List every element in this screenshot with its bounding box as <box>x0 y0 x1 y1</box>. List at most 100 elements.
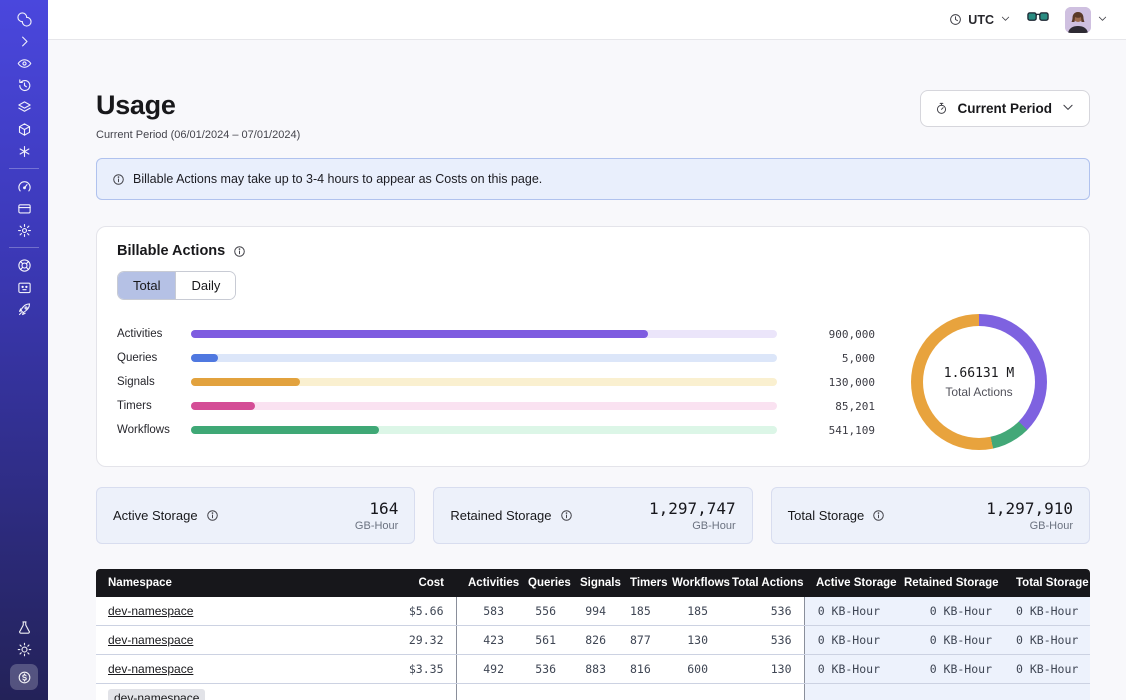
cell-active_storage: 0 KB-Hour <box>804 655 892 684</box>
cell-active_storage: 0 KB-Hour <box>804 597 892 626</box>
timezone-label: UTC <box>968 13 994 27</box>
cell-cost: $3.35 <box>346 655 456 684</box>
cell-workflows: 185 <box>660 597 720 626</box>
bar-row-timers: Timers 85,201 <box>117 394 875 418</box>
bar-label: Workflows <box>117 424 191 436</box>
current-period-subtitle: Current Period (06/01/2024 – 07/01/2024) <box>96 129 300 141</box>
clock-icon <box>949 13 962 26</box>
info-icon[interactable] <box>560 509 573 522</box>
bar-fill <box>191 330 648 338</box>
billing-card-icon[interactable] <box>9 197 39 219</box>
info-icon[interactable] <box>233 245 246 258</box>
table-row: dev-namespace <box>96 684 1090 700</box>
layers-icon[interactable] <box>9 96 39 118</box>
bar-row-queries: Queries5,000 <box>117 346 875 370</box>
tab-total[interactable]: Total <box>118 272 176 299</box>
flask-icon[interactable] <box>9 616 39 638</box>
bar-value: 900,000 <box>787 328 875 341</box>
cell-signals: 826 <box>568 626 618 655</box>
eye-icon[interactable] <box>9 52 39 74</box>
billable-actions-title: Billable Actions <box>117 243 225 259</box>
info-icon <box>112 173 125 186</box>
bar-fill <box>191 402 255 410</box>
timezone-selector[interactable]: UTC <box>949 13 1011 27</box>
bar-row-signals: Signals130,000 <box>117 370 875 394</box>
cell-cost: $5.66 <box>346 597 456 626</box>
column-header-active_storage: Active Storage <box>804 569 892 597</box>
bar-track <box>191 354 777 362</box>
cell-total_storage: 0 KB-Hour <box>1004 597 1090 626</box>
period-dropdown-label: Current Period <box>957 101 1052 116</box>
active-storage-card: Active Storage164GB-Hour <box>96 487 415 544</box>
user-avatar[interactable] <box>1065 7 1091 33</box>
cell-retained_storage: 0 KB-Hour <box>892 655 1004 684</box>
donut-total-label: Total Actions <box>945 385 1012 399</box>
sidebar <box>0 0 48 700</box>
bar-track <box>191 402 777 410</box>
column-header-signals: Signals <box>568 569 618 597</box>
column-header-timers: Timers <box>618 569 660 597</box>
cell-activities: 492 <box>456 655 516 684</box>
cell-total_actions: 536 <box>720 626 804 655</box>
cell-activities <box>456 684 516 700</box>
chevron-down-icon[interactable] <box>1097 11 1108 29</box>
history-icon[interactable] <box>9 74 39 96</box>
chevron-right-icon[interactable] <box>9 30 39 52</box>
cell-activities: 583 <box>456 597 516 626</box>
tab-daily[interactable]: Daily <box>176 272 235 299</box>
cell-signals: 883 <box>568 655 618 684</box>
bar-value: 85,201 <box>787 400 875 413</box>
column-header-retained_storage: Retained Storage <box>892 569 1004 597</box>
namespace-link[interactable]: dev-namespace <box>108 604 193 618</box>
bar-value: 541,109 <box>787 424 875 437</box>
storage-card-value: 1,297,747 <box>649 499 736 518</box>
cell-active_storage <box>804 684 892 700</box>
namespace-link[interactable]: dev-namespace <box>108 689 205 700</box>
storage-card-label: Total Storage <box>788 508 865 523</box>
cell-workflows: 600 <box>660 655 720 684</box>
column-header-workflows: Workflows <box>660 569 720 597</box>
cell-cost: 29.32 <box>346 626 456 655</box>
gauge-icon[interactable] <box>9 175 39 197</box>
cell-workflows: 130 <box>660 626 720 655</box>
sidebar-divider <box>9 168 39 169</box>
bar-track <box>191 378 777 386</box>
column-header-queries: Queries <box>516 569 568 597</box>
info-icon[interactable] <box>206 509 219 522</box>
namespace-link[interactable]: dev-namespace <box>108 633 193 647</box>
donut-total-value: 1.66131 M <box>944 366 1014 381</box>
console-icon[interactable] <box>9 276 39 298</box>
cube-icon[interactable] <box>9 118 39 140</box>
temporal-logo-icon[interactable] <box>9 8 39 30</box>
rocket-icon[interactable] <box>9 298 39 320</box>
gear-icon[interactable] <box>9 219 39 241</box>
column-header-total_storage: Total Storage <box>1004 569 1090 597</box>
table-row: dev-namespace29.324235618268771305360 KB… <box>96 626 1090 655</box>
asterisk-icon[interactable] <box>9 140 39 162</box>
sidebar-divider <box>9 247 39 248</box>
period-dropdown-button[interactable]: Current Period <box>920 90 1090 127</box>
cell-signals: 994 <box>568 597 618 626</box>
billable-actions-card: Billable Actions TotalDaily Activities90… <box>96 226 1090 467</box>
info-icon[interactable] <box>872 509 885 522</box>
info-banner: Billable Actions may take up to 3-4 hour… <box>96 158 1090 200</box>
total-storage-card: Total Storage1,297,910GB-Hour <box>771 487 1090 544</box>
sun-icon[interactable] <box>9 638 39 660</box>
bar-row-activities: Activities900,000 <box>117 322 875 346</box>
cell-timers <box>618 684 660 700</box>
lifebuoy-icon[interactable] <box>9 254 39 276</box>
storage-card-unit: GB-Hour <box>355 520 398 532</box>
bar-row-workflows: Workflows 541,109 <box>117 418 875 442</box>
cell-retained_storage: 0 KB-Hour <box>892 626 1004 655</box>
namespace-link[interactable]: dev-namespace <box>108 662 193 676</box>
storage-summary-row: Active Storage164GB-HourRetained Storage… <box>96 487 1090 544</box>
bar-label: Timers <box>117 400 191 412</box>
cell-total_storage: 0 KB-Hour <box>1004 655 1090 684</box>
feedback-glasses-icon[interactable] <box>1027 9 1049 30</box>
bar-fill <box>191 354 218 362</box>
coin-icon[interactable] <box>10 664 38 690</box>
storage-card-unit: GB-Hour <box>986 520 1073 532</box>
cell-total_actions: 130 <box>720 655 804 684</box>
cell-queries: 561 <box>516 626 568 655</box>
usage-page: Usage Current Period (06/01/2024 – 07/01… <box>48 40 1126 700</box>
